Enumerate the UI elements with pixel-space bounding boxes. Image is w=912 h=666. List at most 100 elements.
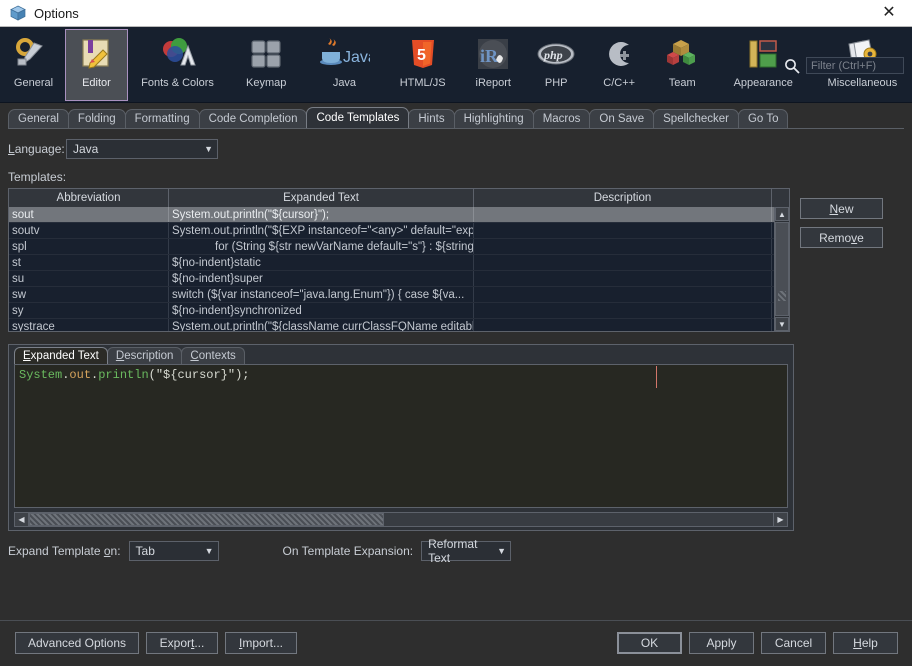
scrollbar-thumb[interactable] (775, 222, 789, 316)
category-label: Appearance (733, 77, 793, 89)
category-ireport[interactable]: iR iReport (462, 29, 525, 101)
category-fonts-colors[interactable]: Fonts & Colors (128, 29, 227, 101)
cell-expanded-text: ${no-indent}synchronized (169, 303, 474, 318)
detail-tab-expanded-text[interactable]: Expanded Text (14, 347, 108, 364)
footer-divider (0, 620, 912, 621)
cell-abbreviation: sy (9, 303, 169, 318)
expand-template-select[interactable]: Tab ▼ (128, 541, 219, 561)
table-vertical-scrollbar[interactable]: ▲ ▼ (774, 207, 789, 331)
hscrollbar-thumb[interactable] (29, 513, 384, 526)
tab-spellchecker[interactable]: Spellchecker (653, 109, 739, 128)
category-team[interactable]: Team (651, 29, 714, 101)
table-row[interactable]: st ${no-indent}static (9, 255, 789, 271)
category-c-cpp[interactable]: C/C++ (588, 29, 651, 101)
table-side-buttons: New Remove (800, 188, 883, 332)
tab-hints[interactable]: Hints (408, 109, 455, 128)
import-button[interactable]: Import... (225, 632, 297, 654)
tab-folding[interactable]: Folding (67, 109, 126, 128)
editor-horizontal-scrollbar[interactable]: ◀ ▶ (14, 512, 788, 527)
window-title: Options (34, 5, 79, 21)
category-label: Fonts & Colors (141, 77, 214, 89)
code-line: System.out.println("${cursor}"); (15, 365, 787, 382)
cell-abbreviation: soutv (9, 223, 169, 238)
expand-template-value: Tab (135, 544, 155, 558)
expanded-text-editor[interactable]: System.out.println("${cursor}"); (14, 364, 788, 508)
settings-tabstrip: General Folding Formatting Code Completi… (8, 107, 904, 129)
table-row[interactable]: soutv System.out.println("${EXP instance… (9, 223, 789, 239)
category-label: PHP (544, 77, 568, 89)
tab-general[interactable]: General (8, 109, 69, 128)
keyboard-keys-icon (240, 34, 292, 74)
on-template-expansion-value: Reformat Text (428, 537, 478, 565)
table-header-row: Abbreviation Expanded Text Description (9, 189, 789, 207)
category-java[interactable]: Java Java (305, 29, 383, 101)
tab-formatting[interactable]: Formatting (124, 109, 200, 128)
on-template-expansion-select[interactable]: Reformat Text ▼ (421, 537, 512, 565)
cell-description (474, 255, 772, 270)
category-editor[interactable]: Editor (64, 29, 128, 101)
column-header-expanded-text[interactable]: Expanded Text (169, 189, 474, 207)
code-token-class: System (19, 368, 63, 382)
tab-highlighting[interactable]: Highlighting (453, 109, 534, 128)
scroll-down-icon[interactable]: ▼ (775, 317, 789, 331)
new-button[interactable]: New (800, 198, 883, 219)
table-row[interactable]: systrace System.out.println("${className… (9, 319, 789, 331)
help-button[interactable]: Help (833, 632, 898, 654)
column-header-abbreviation[interactable]: Abbreviation (9, 189, 169, 207)
cell-abbreviation: st (9, 255, 169, 270)
tab-macros[interactable]: Macros (532, 109, 591, 128)
cell-description (474, 239, 772, 254)
close-icon[interactable]: ✕ (866, 0, 912, 26)
hscrollbar-track[interactable] (384, 513, 773, 526)
search-icon[interactable] (784, 58, 800, 74)
category-html-js[interactable]: 5 HTML/JS (384, 29, 462, 101)
cell-description (474, 271, 772, 286)
templates-table-area: Abbreviation Expanded Text Description s… (8, 188, 904, 332)
category-keymap[interactable]: Keymap (227, 29, 305, 101)
detail-tab-contexts[interactable]: Contexts (181, 347, 245, 364)
table-row[interactable]: sw switch (${var instanceof="java.lang.E… (9, 287, 789, 303)
cancel-button[interactable]: Cancel (761, 632, 826, 654)
category-general[interactable]: General (2, 29, 65, 101)
detail-tab-description[interactable]: Description (106, 347, 183, 364)
cell-abbreviation: spl (9, 239, 169, 254)
detail-tabstrip: Expanded Text Description Contexts (9, 345, 793, 364)
category-label: Java (332, 77, 357, 89)
table-row[interactable]: sout System.out.println("${cursor}"); (9, 207, 789, 223)
language-select[interactable]: Java ▼ (66, 139, 218, 159)
table-body: sout System.out.println("${cursor}"); so… (9, 207, 789, 331)
category-php[interactable]: php PHP (525, 29, 588, 101)
cell-expanded-text: ${no-indent}super (169, 271, 474, 286)
column-header-description[interactable]: Description (474, 189, 772, 207)
expansion-options-row: Expand Template on: Tab ▼ On Template Ex… (8, 537, 904, 565)
cell-expanded-text: System.out.println("${EXP instanceof="<a… (169, 223, 474, 238)
category-label: General (13, 77, 54, 89)
table-row[interactable]: su ${no-indent}super (9, 271, 789, 287)
table-row[interactable]: sy ${no-indent}synchronized (9, 303, 789, 319)
tab-on-save[interactable]: On Save (589, 109, 655, 128)
tab-code-templates[interactable]: Code Templates (306, 107, 410, 128)
svg-text:5: 5 (417, 47, 426, 64)
table-row[interactable]: spl for (String ${str newVarName default… (9, 239, 789, 255)
category-label: Miscellaneous (827, 77, 898, 89)
remove-button[interactable]: Remove (800, 227, 883, 248)
category-toolbar: General Editor Fonts & Colors Keymap Jav… (0, 27, 912, 103)
language-row: Language: Java ▼ (8, 139, 904, 159)
scroll-left-icon[interactable]: ◀ (15, 513, 29, 526)
tab-go-to[interactable]: Go To (737, 109, 789, 128)
cell-expanded-text: System.out.println("${className currClas… (169, 319, 474, 331)
scroll-up-icon[interactable]: ▲ (775, 207, 789, 221)
scroll-right-icon[interactable]: ▶ (773, 513, 787, 526)
tab-code-completion[interactable]: Code Completion (198, 109, 308, 128)
cell-abbreviation: sout (9, 207, 169, 222)
templates-label: Templates: (8, 170, 67, 184)
svg-text:iR: iR (480, 46, 499, 66)
category-label: Keymap (246, 77, 287, 89)
ok-button[interactable]: OK (617, 632, 682, 654)
apply-button[interactable]: Apply (689, 632, 754, 654)
export-button[interactable]: Export... (146, 632, 218, 654)
filter-input[interactable] (806, 57, 904, 74)
cell-abbreviation: systrace (9, 319, 169, 331)
title-left-group: Options (0, 5, 79, 21)
advanced-options-button[interactable]: Advanced Options (15, 632, 139, 654)
